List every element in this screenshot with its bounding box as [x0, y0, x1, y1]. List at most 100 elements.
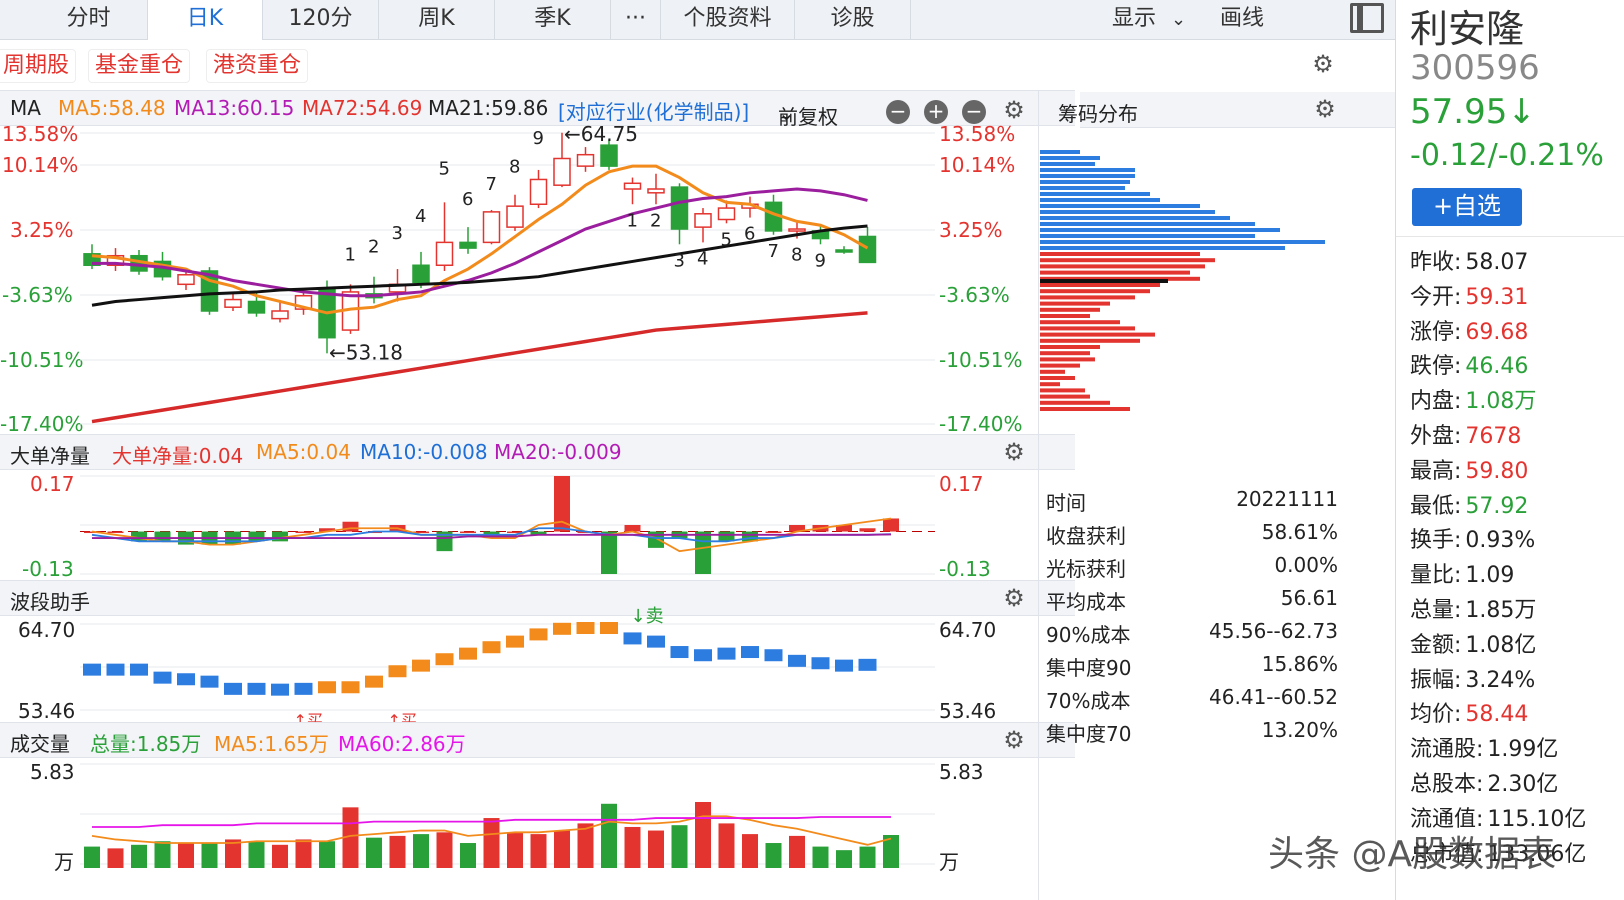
quote-info-value: 1.08万 — [1465, 389, 1537, 415]
wave-block — [365, 675, 383, 688]
td-up-count: 7 — [486, 174, 497, 195]
wave-block — [271, 683, 289, 696]
stock-change: -0.12/-0.21% — [1410, 138, 1604, 173]
main-axis-right-4: -3.63% — [939, 283, 1010, 307]
sidebar-toggle-icon[interactable] — [1350, 3, 1384, 33]
flow-settings-gear-icon[interactable]: ⚙ — [1001, 439, 1027, 465]
main-axis-left-6: -17.40% — [0, 412, 84, 436]
flow-bar — [295, 531, 312, 534]
candle-body — [858, 235, 877, 264]
main-axis-right-3: 3.25% — [939, 218, 1003, 242]
wave-header: 波段助手 — [0, 580, 1075, 616]
quote-info-row: 振幅: 3.24% — [1410, 662, 1535, 694]
industry-link[interactable]: [对应行业(化学制品)] — [558, 96, 749, 125]
chip-stat-row: 光标获利 0.00% — [1046, 553, 1338, 581]
add-to-watchlist-button[interactable]: +自选 — [1412, 188, 1522, 226]
display-menu-button[interactable]: 显示 ⌄ — [1112, 0, 1186, 40]
chip-bar-profit — [1040, 198, 1160, 202]
flow-axis-right-top: 0.17 — [939, 472, 984, 496]
zoom-out-icon[interactable]: − — [886, 100, 910, 124]
chip-avg-cost-line — [1040, 279, 1168, 283]
chip-bar-profit — [1040, 156, 1100, 160]
quote-info-key: 振幅: — [1410, 667, 1462, 693]
draw-line-button[interactable]: 画线 — [1220, 0, 1264, 40]
flow-bar — [859, 528, 876, 532]
ma-indicator-name[interactable]: MA — [10, 96, 41, 120]
main-axis-right-6: -17.40% — [939, 412, 1023, 436]
volume-ma5: MA5:1.65万 — [214, 732, 329, 756]
tag-hk-holdings[interactable]: 港资重仓 — [206, 49, 309, 83]
low-price-label: ←53.18 — [329, 340, 403, 364]
volume-bar — [483, 818, 500, 868]
sell-signal: ↓卖 — [631, 606, 664, 627]
stock-info-panel: 利安隆 300596 57.95↓ -0.12/-0.21% +自选 昨收: 58… — [1395, 0, 1624, 900]
flow-indicator-name[interactable]: 大单净量 — [10, 440, 90, 469]
volume-bar — [131, 844, 147, 868]
chip-stat-row: 收盘获利 58.61% — [1046, 520, 1338, 548]
chip-bar-loss — [1040, 295, 1135, 300]
tab-stock-profile[interactable]: 个股资料 — [661, 0, 795, 40]
wave-block — [435, 653, 454, 666]
wave-block — [835, 659, 853, 672]
candle-body — [506, 205, 524, 228]
wave-block — [482, 641, 501, 654]
tab-weekly-k[interactable]: 周K — [379, 0, 495, 40]
volume-axis-right-top: 5.83 — [939, 760, 984, 784]
volume-settings-gear-icon[interactable]: ⚙ — [1001, 727, 1027, 753]
stock-code: 300596 — [1410, 48, 1540, 88]
wave-indicator-name[interactable]: 波段助手 — [10, 586, 90, 615]
volume-bar — [319, 841, 335, 868]
zoom-in-icon[interactable]: + — [924, 100, 948, 124]
chip-bar-profit — [1040, 162, 1095, 166]
flow-bar — [342, 521, 359, 532]
ma-settings-gear-icon[interactable]: ⚙ — [1001, 97, 1027, 123]
volume-bar — [624, 826, 641, 868]
quote-info-key: 换手: — [1410, 528, 1462, 554]
quote-info-value: 57.92 — [1465, 493, 1529, 519]
volume-bar — [601, 803, 617, 868]
quote-info-value: 58.44 — [1465, 702, 1529, 728]
wave-settings-gear-icon[interactable]: ⚙ — [1001, 585, 1027, 611]
tab-diagnosis[interactable]: 诊股 — [795, 0, 911, 40]
main-axis-left-5: -10.51% — [0, 348, 84, 372]
td-down-count: 5 — [721, 229, 732, 250]
tab-quarterly-k[interactable]: 季K — [495, 0, 611, 40]
quote-info-value: 0.93% — [1465, 528, 1536, 554]
quote-info-key: 总股本: — [1410, 772, 1484, 797]
more-button[interactable]: ··· — [611, 0, 661, 40]
quote-info-value: 3.24% — [1465, 667, 1536, 693]
volume-chart[interactable] — [80, 760, 935, 868]
candlestick-chart[interactable]: ←64.75←53.181 234567891 23 45 67 8 9 — [80, 122, 935, 433]
wave-block — [106, 663, 125, 676]
candle-body — [576, 153, 595, 167]
flow-bar — [601, 531, 617, 574]
tab-120min[interactable]: 120分 — [263, 0, 379, 40]
tab-intraday[interactable]: 分时 — [30, 0, 148, 40]
tag-fund-holdings[interactable]: 基金重仓 — [88, 49, 191, 83]
tag-settings-gear-icon[interactable]: ⚙ — [1310, 51, 1336, 77]
candle-body — [271, 310, 289, 320]
candle-body — [435, 241, 454, 266]
wave-assistant-chart[interactable]: ↓卖↑买 ↑买 — [80, 606, 935, 730]
wave-block — [576, 622, 595, 635]
volume-bar — [789, 835, 805, 868]
large-order-flow-chart[interactable] — [80, 472, 935, 578]
adjust-label: 前复权 — [778, 105, 838, 129]
quote-info-row: 总股本: 2.30亿 — [1410, 766, 1558, 798]
tag-cyclical[interactable]: 周期股 — [0, 49, 77, 83]
chip-bar-loss — [1040, 407, 1130, 411]
chip-bar-loss — [1040, 357, 1095, 362]
quote-info-key: 最高: — [1410, 458, 1462, 484]
td-down-count: 7 — [768, 241, 779, 262]
display-label: 显示 — [1112, 6, 1157, 31]
volume-indicator-name[interactable]: 成交量 — [10, 728, 70, 757]
candle-body — [623, 182, 642, 190]
candle-body — [224, 298, 242, 308]
tab-daily-k[interactable]: 日K — [148, 0, 263, 40]
wave-block — [623, 632, 642, 645]
wave-block — [247, 682, 266, 695]
chips-settings-gear-icon[interactable]: ⚙ — [1312, 96, 1338, 122]
collapse-icon[interactable]: − — [962, 100, 986, 124]
chip-bar-profit — [1040, 150, 1080, 154]
wave-block — [200, 675, 219, 688]
